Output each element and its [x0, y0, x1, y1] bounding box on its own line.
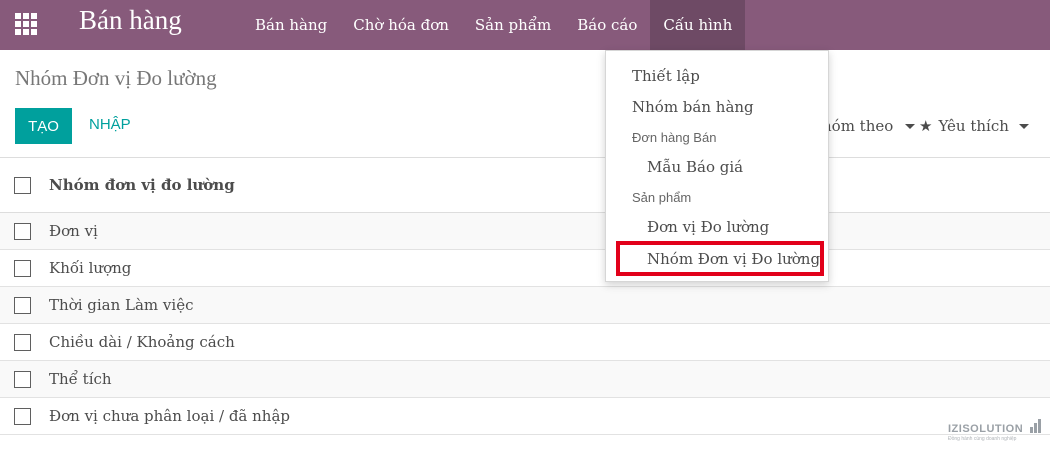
row-name: Đơn vị [49, 222, 98, 240]
menu-reporting[interactable]: Báo cáo [564, 0, 650, 50]
table-row[interactable]: Khối lượng [0, 250, 1050, 287]
row-name: Khối lượng [49, 259, 132, 277]
column-header-name[interactable]: Nhóm đơn vị đo lường [49, 176, 235, 194]
row-name: Thời gian Làm việc [49, 296, 194, 314]
row-checkbox[interactable] [14, 407, 31, 425]
menu-item-settings[interactable]: Thiết lập [632, 67, 700, 85]
menu-sales[interactable]: Bán hàng [242, 0, 340, 50]
row-checkbox[interactable] [14, 296, 31, 314]
list-header: Nhóm đơn vị đo lường [0, 158, 1050, 213]
watermark-logo: IZISOLUTION Đồng hành cùng doanh nghiệp [948, 423, 1023, 442]
list-rows: Đơn vị Khối lượng Thời gian Làm việc Chi… [0, 213, 1050, 435]
row-checkbox[interactable] [14, 259, 31, 277]
menu-item-units-of-measure[interactable]: Đơn vị Đo lường [647, 218, 769, 236]
top-navbar: Bán hàng Bán hàng Chờ hóa đơn Sản phẩm B… [0, 0, 1050, 50]
favorites-dropdown[interactable]: ★ Yêu thích [919, 117, 1029, 135]
row-name: Đơn vị chưa phân loại / đã nhập [49, 407, 291, 425]
favorites-label: Yêu thích [938, 117, 1009, 135]
watermark-tagline: Đồng hành cùng doanh nghiệp [948, 436, 1017, 442]
row-checkbox[interactable] [14, 333, 31, 351]
bar-chart-icon [1030, 419, 1042, 433]
import-button[interactable]: NHẬP [89, 116, 131, 133]
menu-item-quotation-templates[interactable]: Mẫu Báo giá [647, 158, 743, 176]
group-by-label: hóm theo [822, 117, 894, 135]
menu-configuration[interactable]: Cấu hình [650, 0, 746, 50]
watermark-brand: IZISOLUTION [948, 423, 1024, 435]
highlight-box [616, 241, 824, 276]
apps-grid-icon[interactable] [15, 13, 37, 35]
row-checkbox[interactable] [14, 222, 31, 240]
star-icon: ★ [919, 117, 933, 135]
menu-header-products: Sản phẩm [632, 190, 692, 205]
table-row[interactable]: Đơn vị chưa phân loại / đã nhập [0, 398, 1050, 435]
table-row[interactable]: Thời gian Làm việc [0, 287, 1050, 324]
table-row[interactable]: Thể tích [0, 361, 1050, 398]
create-button[interactable]: TẠO [15, 108, 72, 144]
list-view: Nhóm đơn vị đo lường Đơn vị Khối lượng T… [0, 157, 1050, 435]
app-title: Bán hàng [79, 5, 182, 35]
table-row[interactable]: Chiều dài / Khoảng cách [0, 324, 1050, 361]
menu-item-sales-teams[interactable]: Nhóm bán hàng [632, 98, 754, 116]
row-checkbox[interactable] [14, 370, 31, 388]
table-row[interactable]: Đơn vị [0, 213, 1050, 250]
caret-down-icon [1018, 123, 1029, 129]
caret-down-icon [905, 123, 916, 129]
group-by-dropdown[interactable]: hóm theo [822, 117, 916, 135]
row-name: Thể tích [49, 370, 112, 388]
menu-products[interactable]: Sản phẩm [462, 0, 564, 50]
page-title: Nhóm Đơn vị Đo lường [15, 66, 217, 90]
main-menu: Bán hàng Chờ hóa đơn Sản phẩm Báo cáo Cấ… [242, 0, 746, 50]
menu-header-sales-orders: Đơn hàng Bán [632, 130, 717, 145]
row-name: Chiều dài / Khoảng cách [49, 333, 235, 351]
select-all-checkbox[interactable] [14, 176, 31, 194]
menu-to-invoice[interactable]: Chờ hóa đơn [340, 0, 462, 50]
